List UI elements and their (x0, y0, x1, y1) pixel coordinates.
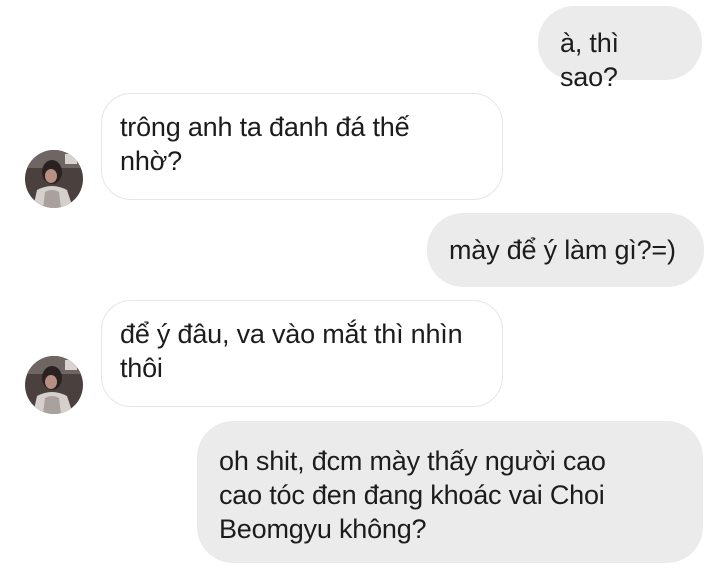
message-text: để ý đâu, va vào mắt thì nhìn thôi (120, 319, 463, 383)
message-text: à, thì sao? (560, 28, 619, 92)
message-bubble-incoming[interactable]: để ý đâu, va vào mắt thì nhìn thôi (101, 300, 503, 407)
message-bubble-incoming[interactable]: trông anh ta đanh đá thế nhờ? (101, 93, 503, 200)
message-bubble-outgoing[interactable]: oh shit, đcm mày thấy người cao cao tóc … (197, 421, 703, 563)
message-text: trông anh ta đanh đá thế nhờ? (120, 112, 410, 176)
message-text: oh shit, đcm mày thấy người cao cao tóc … (219, 446, 606, 544)
message-bubble-outgoing[interactable]: à, thì sao? (538, 6, 702, 92)
message-bubble-outgoing[interactable]: mày để ý làm gì?=) (427, 213, 704, 287)
contact-avatar-icon[interactable] (25, 150, 83, 208)
contact-avatar-icon[interactable] (25, 356, 83, 414)
message-text: mày để ý làm gì?=) (449, 235, 676, 265)
